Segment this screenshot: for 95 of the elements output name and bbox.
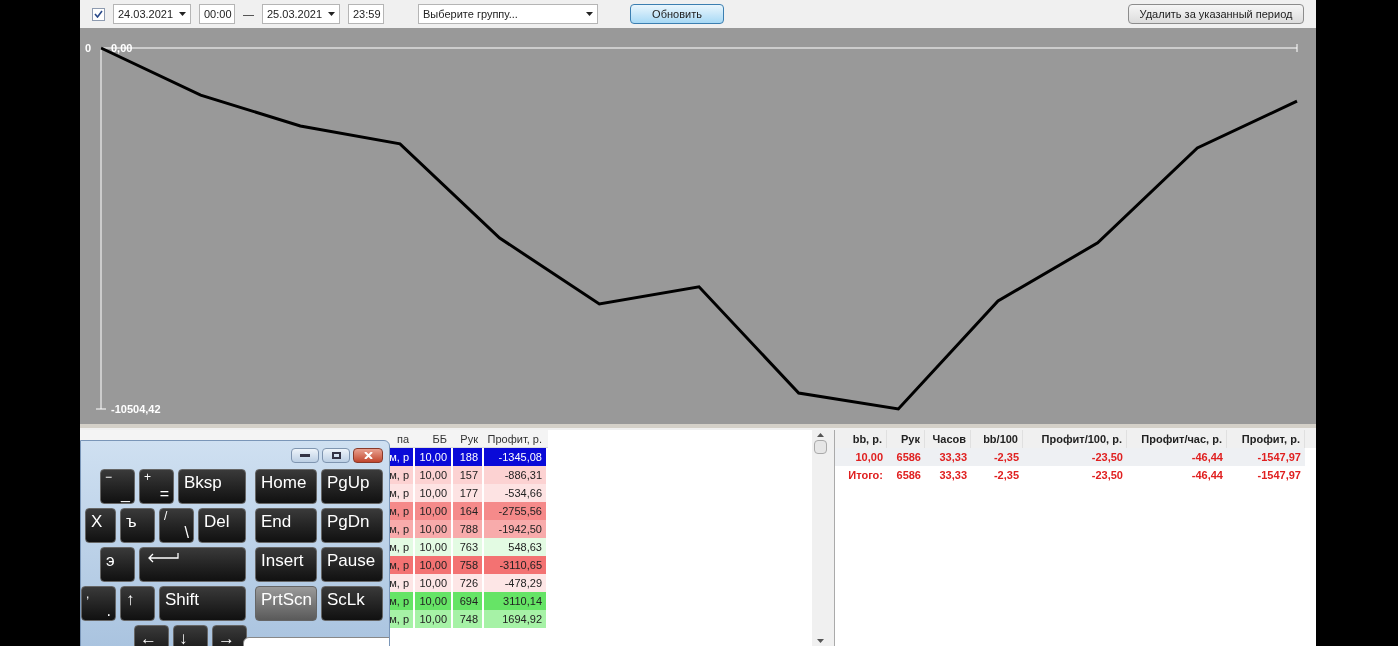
table-cell: -3110,65 bbox=[484, 556, 546, 574]
time-from-field[interactable]: 00:00 bbox=[199, 4, 235, 24]
table-cell: -886,31 bbox=[484, 466, 546, 484]
tick-label: -10504,42 bbox=[111, 403, 161, 415]
table-cell-text: -23,50 bbox=[1090, 468, 1124, 483]
table-cell: 788 bbox=[453, 520, 482, 538]
enter-icon bbox=[146, 552, 180, 563]
maximize-button[interactable] bbox=[322, 447, 350, 463]
keyboard-key[interactable]: ъ bbox=[120, 508, 155, 543]
keyboard-key[interactable]: PgDn bbox=[321, 508, 383, 543]
table-cell: 3110,14 bbox=[484, 592, 546, 610]
scrollbar[interactable] bbox=[812, 430, 828, 646]
keyboard-key[interactable]: Home bbox=[255, 469, 317, 504]
caret-icon bbox=[586, 12, 593, 16]
group-select[interactable]: Выберите группу... bbox=[418, 4, 598, 24]
keyboard-key[interactable]: PgUp bbox=[321, 469, 383, 504]
table-cell: 10,00 bbox=[415, 574, 451, 592]
scroll-thumb bbox=[813, 440, 827, 454]
table-cell: 10,00 bbox=[415, 502, 451, 520]
scroll-down-icon bbox=[816, 639, 824, 643]
table-cell: 164 bbox=[453, 502, 482, 520]
keyboard-key[interactable]: Insert bbox=[255, 547, 317, 582]
table-cell: 10,00 bbox=[415, 448, 451, 466]
column-header[interactable]: Профит, р. bbox=[484, 430, 546, 447]
minimize-button[interactable] bbox=[291, 447, 319, 463]
keyboard-key[interactable]: Bksp bbox=[178, 469, 246, 504]
table-cell: 726 bbox=[453, 574, 482, 592]
table-cell: 1694,92 bbox=[484, 610, 546, 628]
table-cell-text: 10,00 bbox=[854, 450, 884, 465]
scroll-up-icon bbox=[816, 433, 824, 437]
table-cell-text: -2,35 bbox=[992, 468, 1020, 483]
table-cell-text: -1547,97 bbox=[1256, 450, 1302, 465]
table-cell: -1942,50 bbox=[484, 520, 546, 538]
keyboard-key[interactable]: ScLk bbox=[321, 586, 383, 621]
table-cell: 694 bbox=[453, 592, 482, 610]
table-cell: 10,00 bbox=[415, 592, 451, 610]
keyboard-key[interactable]: / \ bbox=[159, 508, 194, 543]
table-cell: 157 bbox=[453, 466, 482, 484]
period-checkbox[interactable] bbox=[92, 7, 105, 21]
table-cell: 758 bbox=[453, 556, 482, 574]
table-cell-text: -23,50 bbox=[1090, 450, 1124, 465]
keyboard-key[interactable]: PrtScn bbox=[255, 586, 317, 621]
table-cell-text: 33,33 bbox=[938, 468, 968, 483]
keyboard-key[interactable]: Del bbox=[198, 508, 246, 543]
table-cell-text: -2,35 bbox=[992, 450, 1020, 465]
column-header[interactable]: Рук bbox=[453, 430, 482, 447]
table-cell-text: -46,44 bbox=[1190, 450, 1224, 465]
keyboard-key[interactable]: + = bbox=[139, 469, 174, 504]
table-cell: 548,63 bbox=[484, 538, 546, 556]
keyboard-key[interactable]: ← bbox=[133, 625, 169, 646]
table-cell: 10,00 bbox=[415, 610, 451, 628]
time-to-field[interactable]: 23:59 bbox=[348, 4, 384, 24]
keyboard-key[interactable]: э bbox=[100, 547, 135, 582]
table-cell: -1345,08 bbox=[484, 448, 546, 466]
keyboard-key[interactable]: X bbox=[85, 508, 116, 543]
caret-icon bbox=[179, 12, 186, 16]
keyboard-key[interactable]: → bbox=[211, 625, 247, 646]
table-cell-text: 33,33 bbox=[938, 450, 968, 465]
keyboard-key[interactable]: − _ bbox=[100, 469, 135, 504]
table-cell: 10,00 bbox=[415, 556, 451, 574]
summary-row[interactable]: 10,00 6586 33,33 -2,35 -23,50 -46,44 -1547,97 bbox=[835, 448, 1305, 466]
keyboard-key[interactable]: End bbox=[255, 508, 317, 543]
tick-label: 0,00 bbox=[111, 42, 133, 54]
delete-button[interactable]: Удалить за указанный период bbox=[1128, 4, 1304, 24]
table-cell: -478,29 bbox=[484, 574, 546, 592]
keyboard-key[interactable]: ↓ bbox=[172, 625, 208, 646]
close-icon bbox=[363, 451, 373, 459]
table-cell-text: 6586 bbox=[895, 450, 922, 465]
table-cell: 188 bbox=[453, 448, 482, 466]
table-cell: -534,66 bbox=[484, 484, 546, 502]
close-button[interactable] bbox=[353, 447, 383, 463]
table-cell-text: Итого: bbox=[847, 468, 884, 483]
table-cell: -2755,56 bbox=[484, 502, 546, 520]
keyboard-key[interactable]: , . bbox=[81, 586, 116, 621]
column-header[interactable]: ББ bbox=[415, 430, 451, 447]
table-cell: 10,00 bbox=[415, 538, 451, 556]
table-cell: 177 bbox=[453, 484, 482, 502]
keyboard-key[interactable]: Pause bbox=[321, 547, 383, 582]
refresh-button[interactable]: Обновить bbox=[630, 4, 724, 24]
keyboard-key[interactable]: Shift bbox=[159, 586, 246, 621]
date-to-field[interactable]: 25.03.2021 bbox=[262, 4, 340, 24]
table-cell-text: -46,44 bbox=[1190, 468, 1224, 483]
separator: — bbox=[243, 6, 254, 22]
table-cell: 10,00 bbox=[415, 484, 451, 502]
table-cell: 748 bbox=[453, 610, 482, 628]
date-from-field[interactable]: 24.03.2021 bbox=[113, 4, 191, 24]
axis-label: 0 bbox=[85, 42, 92, 54]
table-cell: 10,00 bbox=[415, 520, 451, 538]
table-cell-text: -1547,97 bbox=[1256, 468, 1302, 483]
table-cell: 763 bbox=[453, 538, 482, 556]
keyboard-key[interactable]: ↑ bbox=[120, 586, 155, 621]
table-cell-text: 6586 bbox=[895, 468, 922, 483]
enter-key[interactable] bbox=[139, 547, 246, 582]
caret-icon bbox=[328, 12, 335, 16]
table-cell: 10,00 bbox=[415, 466, 451, 484]
